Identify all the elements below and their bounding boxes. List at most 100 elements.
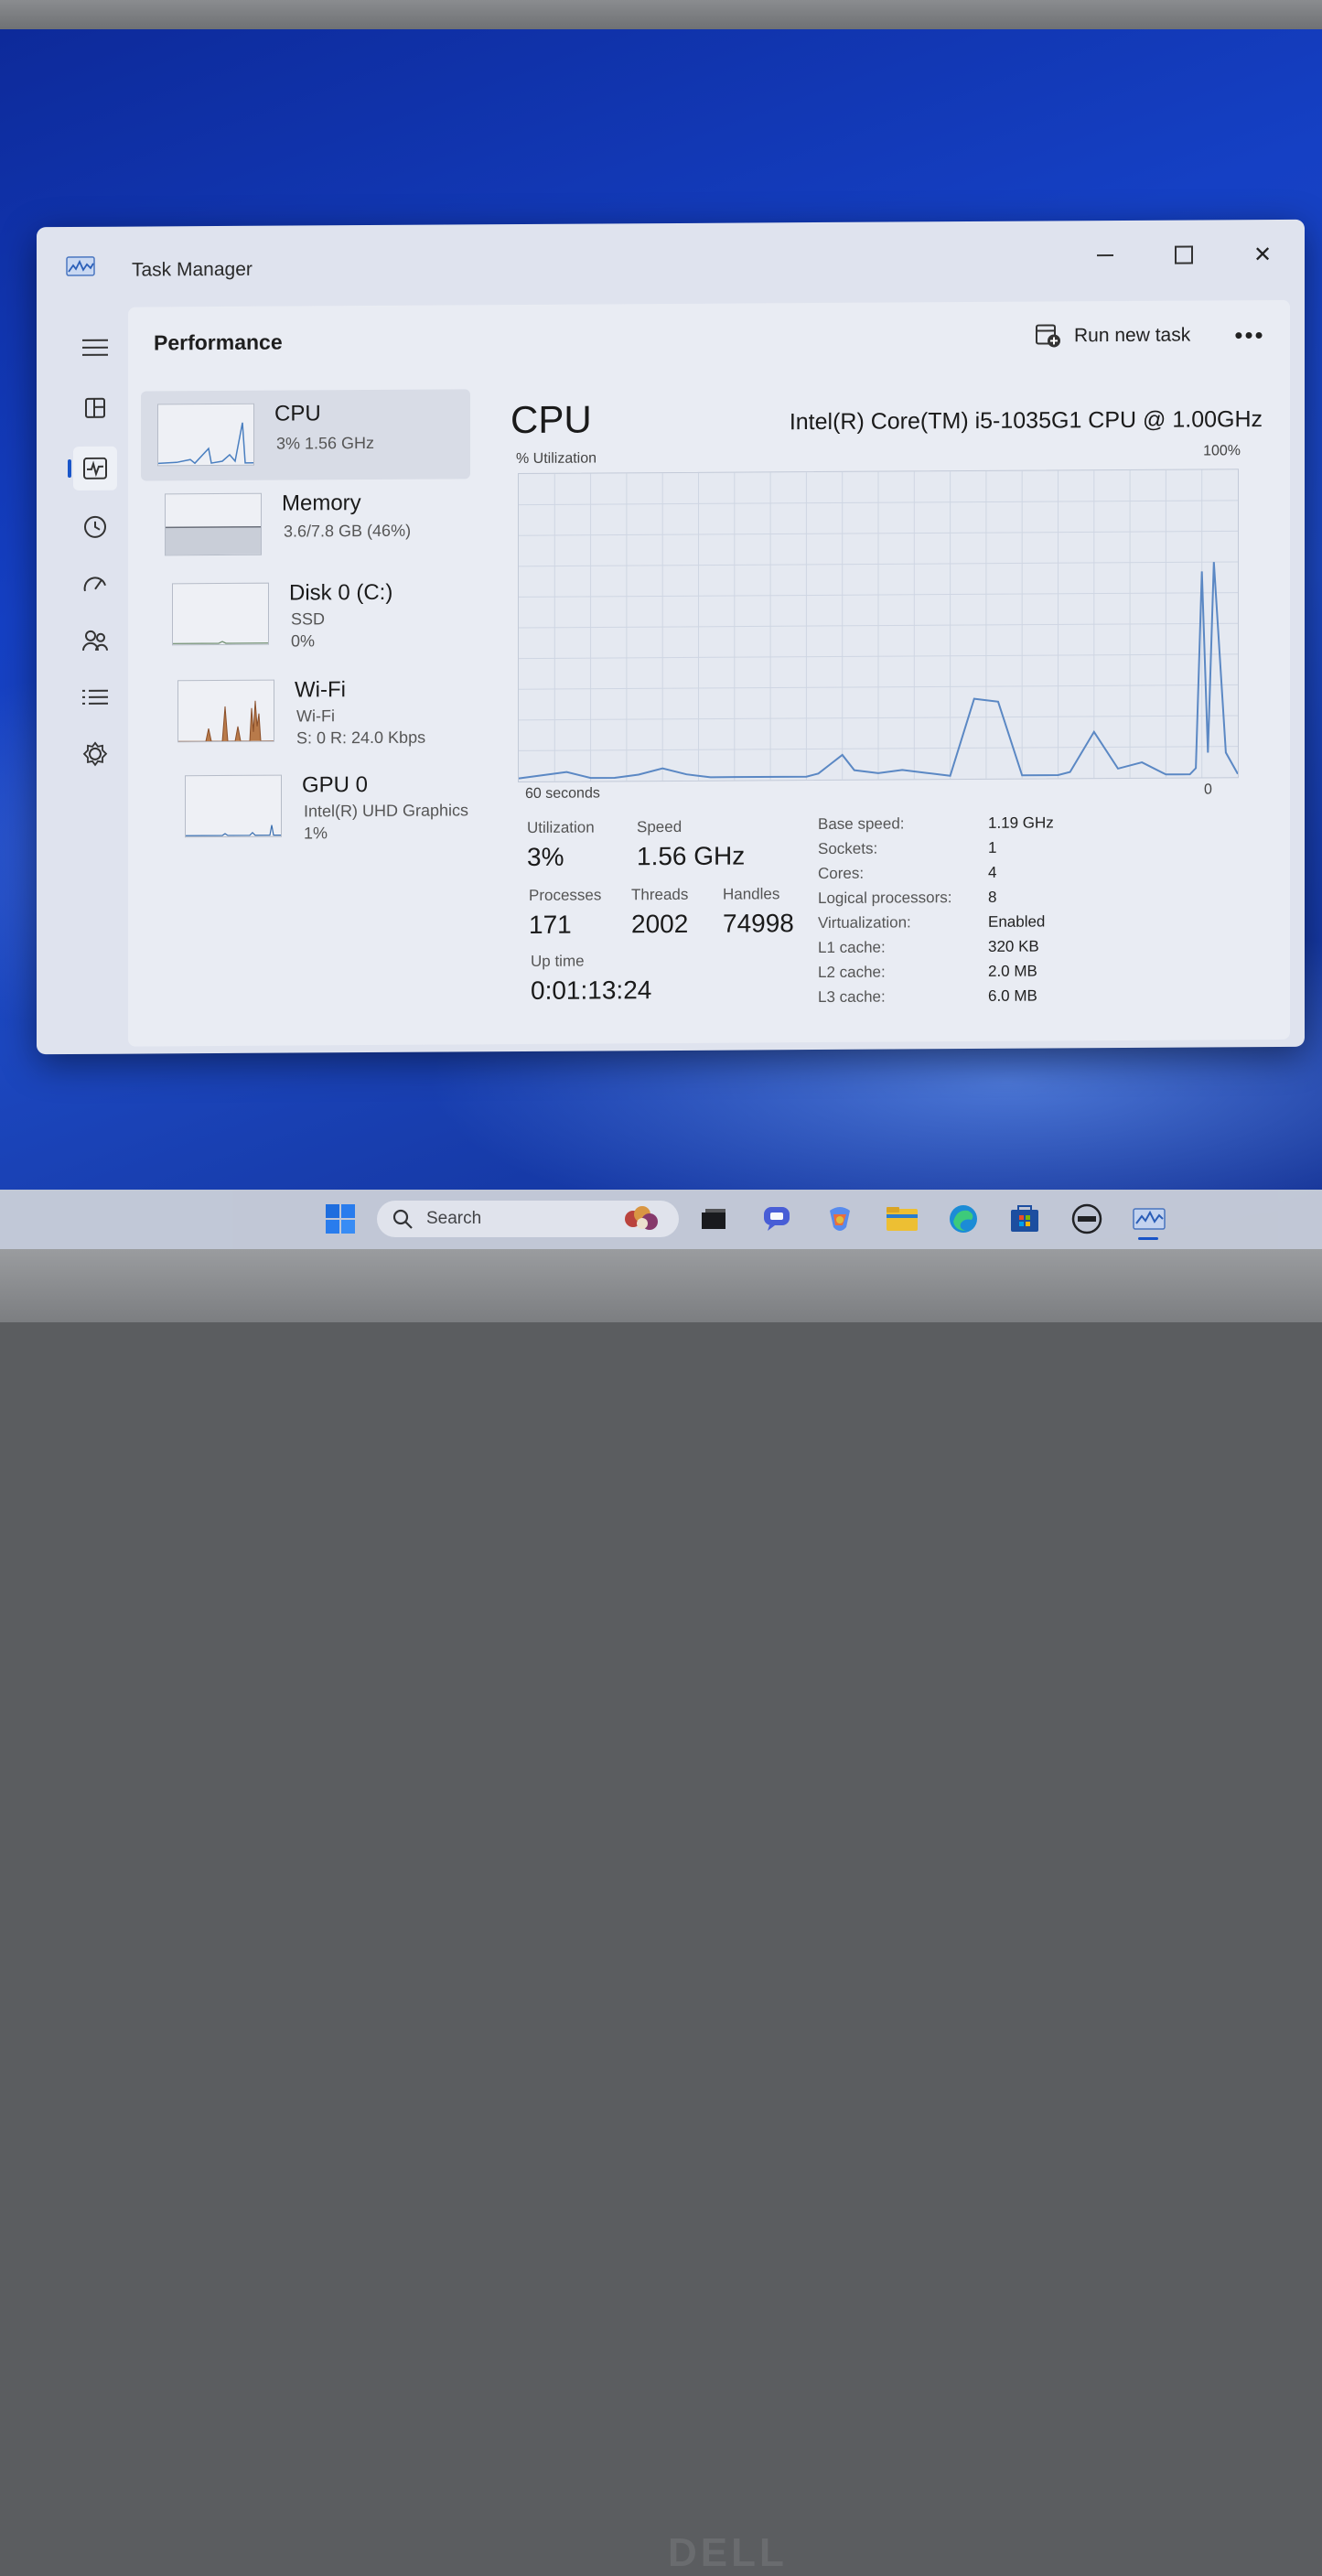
task-view-button[interactable] xyxy=(695,1202,732,1235)
spec-label: L1 cache: xyxy=(818,939,886,957)
laptop-brand-logo: DELL xyxy=(668,2530,788,2576)
task-manager-app-icon xyxy=(66,256,95,276)
file-explorer-button[interactable] xyxy=(884,1202,920,1235)
device-name: GPU 0 xyxy=(302,772,368,798)
maximize-icon xyxy=(1175,246,1193,264)
minimize-icon xyxy=(1097,254,1113,256)
nav-services[interactable] xyxy=(73,732,117,776)
spec-value: 1.19 GHz xyxy=(988,814,1054,832)
cpu-detail-pane: CPU Intel(R) Core(TM) i5-1035G1 CPU @ 1.… xyxy=(494,381,1263,1026)
task-manager-taskbar-button[interactable] xyxy=(1131,1202,1167,1235)
window-title: Task Manager xyxy=(132,259,253,282)
spec-value: 4 xyxy=(988,864,996,882)
close-button[interactable]: ✕ xyxy=(1237,236,1288,273)
gpu-thumbnail-graph xyxy=(185,775,282,838)
laptop-bezel-bottom: DELL xyxy=(0,1249,1322,1322)
x-axis-left-label: 60 seconds xyxy=(525,785,600,803)
threads-label: Threads xyxy=(631,886,688,904)
navigation-rail xyxy=(64,309,128,1041)
copilot-icon xyxy=(824,1203,855,1234)
desktop-screen: Task Manager ✕ xyxy=(0,29,1322,1249)
disk-thumbnail-graph xyxy=(172,583,269,646)
nav-startup-apps[interactable] xyxy=(73,562,117,606)
spec-value: 2.0 MB xyxy=(988,963,1037,981)
spec-label: Base speed: xyxy=(818,814,905,834)
copilot-button[interactable] xyxy=(822,1202,858,1235)
edge-icon xyxy=(948,1203,979,1234)
start-button[interactable] xyxy=(322,1202,359,1235)
device-wifi[interactable]: Wi-Fi Wi-Fi S: 0 R: 24.0 Kbps xyxy=(161,665,470,757)
taskbar: Search xyxy=(0,1190,1322,1249)
y-axis-label: % Utilization xyxy=(516,450,597,468)
handles-value: 74998 xyxy=(723,909,794,938)
search-placeholder: Search xyxy=(426,1209,481,1229)
wifi-thumbnail-graph xyxy=(177,680,274,743)
hamburger-icon xyxy=(82,338,108,358)
utilization-label: Utilization xyxy=(527,819,595,837)
device-detail: SSD xyxy=(291,609,325,629)
page-title: Performance xyxy=(154,330,283,356)
device-throughput: S: 0 R: 24.0 Kbps xyxy=(296,728,425,749)
nav-details[interactable] xyxy=(73,675,117,719)
device-utilization: 1% xyxy=(304,824,328,843)
dell-app-button[interactable] xyxy=(1069,1202,1105,1235)
device-name: CPU xyxy=(274,401,321,426)
more-options-button[interactable]: ••• xyxy=(1226,317,1274,353)
device-detail: Wi-Fi xyxy=(296,706,335,726)
spec-value: Enabled xyxy=(988,912,1045,931)
startup-icon xyxy=(82,573,108,595)
details-list-icon xyxy=(82,688,108,706)
edge-button[interactable] xyxy=(945,1202,982,1235)
nav-processes[interactable] xyxy=(73,386,117,430)
speed-value: 1.56 GHz xyxy=(637,842,745,872)
laptop-bezel-top xyxy=(0,0,1322,29)
nav-app-history[interactable] xyxy=(73,505,117,549)
device-detail: 3% 1.56 GHz xyxy=(276,434,374,454)
spec-value: 1 xyxy=(988,839,996,857)
spec-value: 8 xyxy=(988,889,996,907)
minimize-button[interactable] xyxy=(1080,237,1131,274)
speed-label: Speed xyxy=(637,818,682,836)
detail-title: CPU xyxy=(511,398,592,443)
device-name: Disk 0 (C:) xyxy=(289,580,392,607)
task-manager-icon xyxy=(1132,1205,1166,1233)
more-icon: ••• xyxy=(1234,321,1264,350)
device-memory[interactable]: Memory 3.6/7.8 GB (46%) xyxy=(148,479,470,570)
memory-thumbnail-graph xyxy=(165,493,262,556)
spec-label: L2 cache: xyxy=(818,964,886,982)
taskbar-search[interactable]: Search xyxy=(377,1201,679,1237)
services-icon xyxy=(82,741,108,767)
device-cpu[interactable]: CPU 3% 1.56 GHz xyxy=(141,389,470,480)
chat-button[interactable] xyxy=(759,1202,796,1235)
hamburger-menu-button[interactable] xyxy=(73,326,117,370)
device-gpu[interactable]: GPU 0 Intel(R) UHD Graphics 1% xyxy=(168,760,470,852)
cpu-model-name: Intel(R) Core(TM) i5-1035G1 CPU @ 1.00GH… xyxy=(790,406,1263,436)
store-icon xyxy=(1009,1204,1040,1234)
nav-users[interactable] xyxy=(73,619,117,663)
start-icon xyxy=(325,1203,356,1234)
dell-icon xyxy=(1069,1203,1104,1234)
processes-label: Processes xyxy=(529,886,601,904)
processes-value: 171 xyxy=(529,911,572,940)
uptime-label: Up time xyxy=(531,953,585,971)
processes-icon xyxy=(84,397,106,419)
device-utilization: 0% xyxy=(291,631,315,651)
cpu-utilization-graph xyxy=(518,469,1239,782)
spec-label: Sockets: xyxy=(818,840,877,858)
cpu-graph-svg xyxy=(519,469,1238,781)
task-manager-window: Task Manager ✕ xyxy=(37,220,1305,1054)
store-button[interactable] xyxy=(1006,1202,1043,1235)
run-new-task-button[interactable]: Run new task xyxy=(1028,317,1198,354)
maximize-button[interactable] xyxy=(1158,236,1209,273)
device-disk[interactable]: Disk 0 (C:) SSD 0% xyxy=(156,568,470,660)
task-view-icon xyxy=(700,1207,727,1231)
handles-label: Handles xyxy=(723,885,779,903)
running-indicator xyxy=(1138,1237,1158,1240)
device-list: CPU 3% 1.56 GHz Memory 3.6/7.8 GB (46%) … xyxy=(141,389,470,852)
close-icon: ✕ xyxy=(1253,241,1272,267)
title-bar[interactable]: Task Manager ✕ xyxy=(37,220,1305,300)
device-name: Memory xyxy=(282,490,361,517)
content-header: Performance Run new task ••• xyxy=(128,300,1290,377)
cpu-thumbnail-graph xyxy=(157,404,254,467)
nav-performance[interactable] xyxy=(73,447,117,490)
